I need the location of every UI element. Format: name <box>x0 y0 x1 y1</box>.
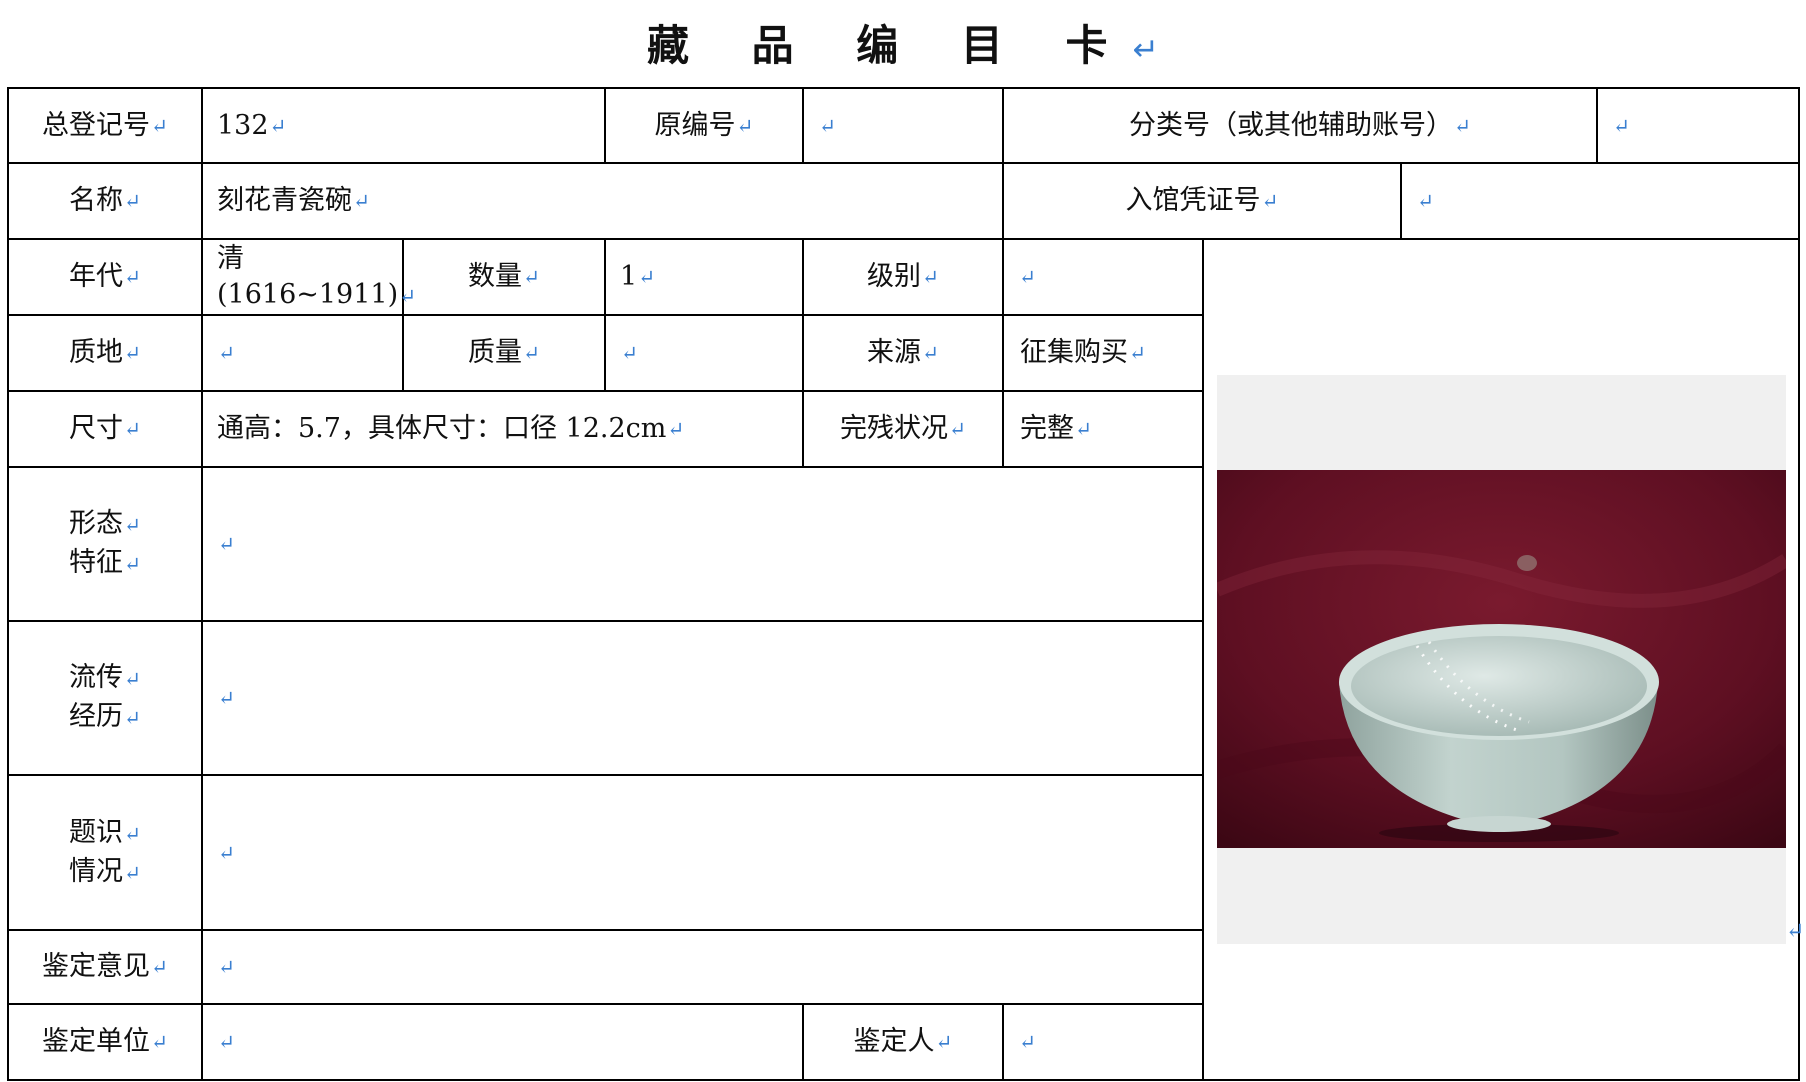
inscription-value: ↵ <box>218 840 235 865</box>
name-label: 名称 ↵ <box>69 185 141 216</box>
unit-value: ↵ <box>218 1030 235 1054</box>
opinion-label: 鉴定意见 ↵ <box>42 951 168 982</box>
weight-value: ↵ <box>621 341 638 365</box>
size-value: 通高：5.7，具体尺寸：口径 12.2cm ↵ <box>217 413 685 444</box>
condition-label: 完残状况 ↵ <box>840 413 966 444</box>
source-value: 征集购买 ↵ <box>1020 337 1146 368</box>
condition-value: 完整 ↵ <box>1020 413 1092 444</box>
quantity-label: 数量 ↵ <box>468 261 540 292</box>
shape-label: 形态↵ 特征↵ <box>69 508 141 578</box>
voucher-label: 入馆凭证号 ↵ <box>1125 185 1279 216</box>
material-label: 质地 ↵ <box>69 337 141 368</box>
catalog-card: 总登记号 ↵ 132 ↵ 原编号 ↵ ↵ 分类号（或其他辅助账号） ↵ ↵ 名称 ↵ 刻花… <box>0 0 1806 1082</box>
grade-value: ↵ <box>1019 265 1036 289</box>
reg-number-label: 总登记号 ↵ <box>42 109 168 141</box>
quantity-value: 1 ↵ <box>620 261 656 292</box>
reg-number-value: 132 ↵ <box>217 109 287 141</box>
appraiser-label: 鉴定人 ↵ <box>853 1026 953 1057</box>
original-number-value: ↵ <box>819 113 836 138</box>
source-label: 来源 ↵ <box>867 337 939 368</box>
original-number-label: 原编号 ↵ <box>654 109 754 141</box>
inscription-label: 题识↵ 情况↵ <box>69 816 141 887</box>
era-value: 清 (1616~1911)↵ <box>217 242 417 310</box>
grade-label: 级别 ↵ <box>867 261 939 292</box>
weight-label: 质量 ↵ <box>468 337 540 368</box>
opinion-value: ↵ <box>218 955 235 979</box>
shape-value: ↵ <box>218 532 235 556</box>
size-label: 尺寸 ↵ <box>69 413 141 444</box>
history-value: ↵ <box>218 686 235 710</box>
trailing-paragraph-mark: ↵ <box>1786 919 1805 944</box>
history-label: 流传↵ 经历↵ <box>69 662 141 732</box>
appraiser-value: ↵ <box>1019 1030 1036 1054</box>
classification-label: 分类号（或其他辅助账号） ↵ <box>1129 109 1471 141</box>
unit-label: 鉴定单位 ↵ <box>42 1026 168 1057</box>
voucher-value: ↵ <box>1417 189 1434 213</box>
era-label: 年代 ↵ <box>69 261 141 292</box>
classification-value: ↵ <box>1613 113 1630 138</box>
artifact-photo <box>1217 470 1786 848</box>
material-value: ↵ <box>218 341 235 365</box>
name-value: 刻花青瓷碗 ↵ <box>217 185 370 216</box>
